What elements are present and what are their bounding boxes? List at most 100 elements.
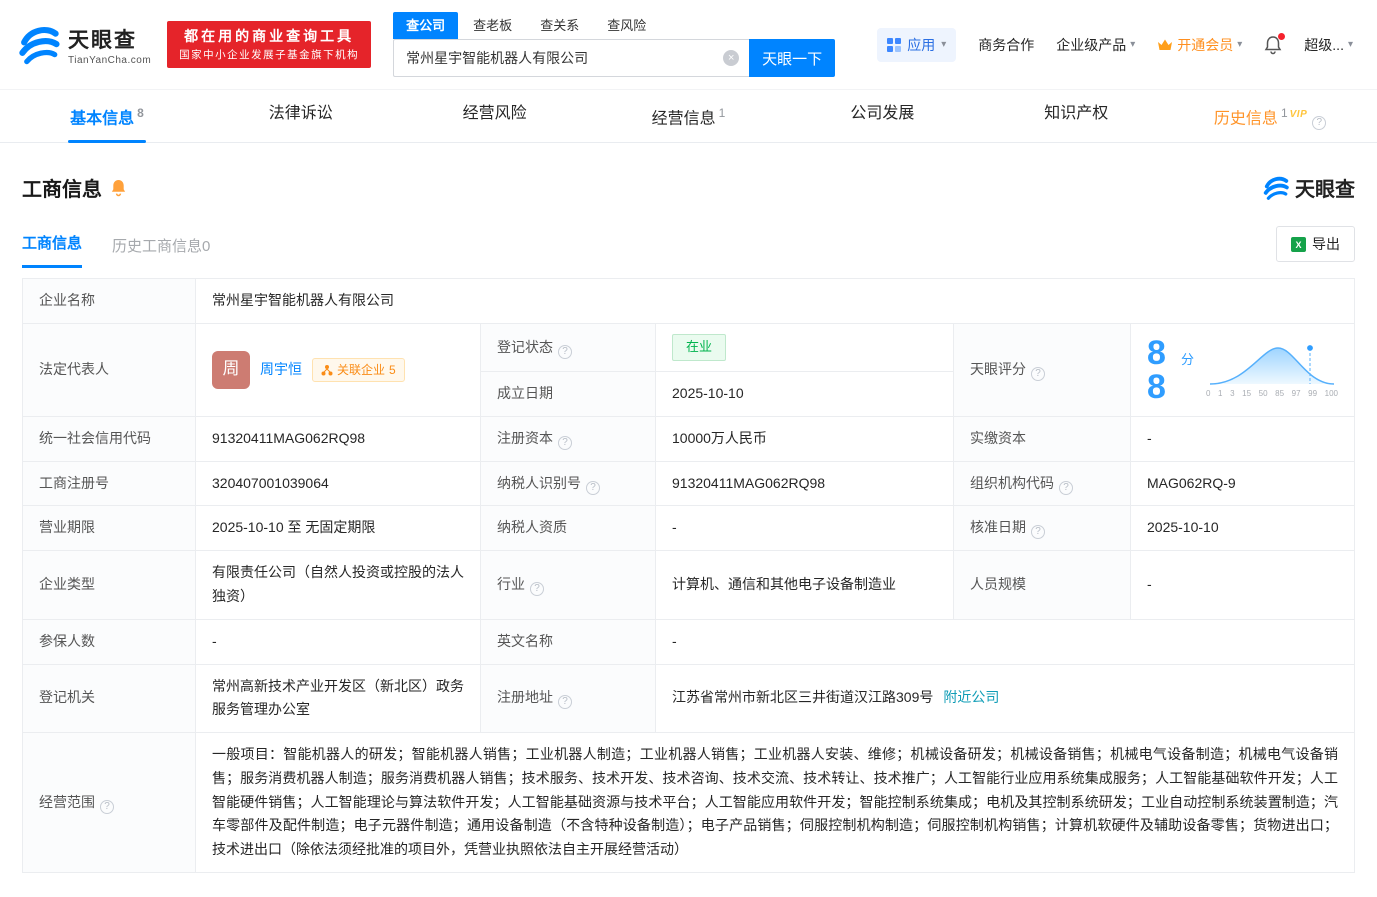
reg-status-label-cell: 登记状态?	[480, 323, 656, 372]
tab-intellectual-property[interactable]: 知识产权	[979, 90, 1173, 142]
field-label: 参保人数	[39, 632, 95, 649]
section-watermark-text: 天眼查	[1295, 179, 1355, 202]
taxpayer-quality-label-cell: 纳税人资质	[480, 505, 656, 552]
search-tab-company[interactable]: 查公司	[393, 12, 459, 39]
axis-tick: 50	[1258, 388, 1268, 398]
address-value-cell: 江苏省常州市新北区三井街道汉江路309号 附近公司	[655, 663, 1355, 734]
english-name-label-cell: 英文名称	[480, 618, 656, 665]
table-row: 统一社会信用代码 91320411MAG062RQ98 注册资本? 10000万…	[22, 415, 1355, 462]
legal-rep-label-cell: 法定代表人	[22, 323, 196, 417]
tab-operational-risk[interactable]: 经营风险	[398, 90, 592, 142]
subtab-history-registration[interactable]: 历史工商信息0	[112, 235, 210, 268]
tianyancha-logo[interactable]: 天眼查 TianYanCha.com	[18, 24, 151, 66]
related-companies-icon	[321, 364, 333, 376]
table-row: 参保人数 - 英文名称 -	[22, 618, 1355, 665]
tab-basic-info-label: 基本信息	[70, 110, 135, 128]
search-tab-boss[interactable]: 查老板	[460, 12, 525, 39]
field-label: 组织机构代码	[970, 474, 1054, 491]
registry-value-cell: 常州高新技术产业开发区（新北区）政务服务管理办公室	[195, 663, 481, 734]
search-tab-relation[interactable]: 查关系	[527, 12, 592, 39]
related-companies-badge[interactable]: 关联企业 5	[312, 357, 405, 382]
help-icon[interactable]: ?	[530, 582, 544, 596]
search-area: 查公司 查老板 查关系 查风险 × 天眼一下	[393, 12, 836, 77]
reg-number: 320407001039064	[212, 474, 329, 491]
legal-rep-avatar[interactable]: 周	[212, 350, 250, 389]
search-button[interactable]: 天眼一下	[749, 39, 836, 77]
nav-business-cooperation[interactable]: 商务合作	[978, 35, 1034, 55]
credit-code-label-cell: 统一社会信用代码	[22, 415, 196, 462]
field-label: 登记状态	[497, 338, 553, 355]
tianyan-score[interactable]: 88 分 0 1 3 15 50 85 97 99 100	[1147, 336, 1338, 404]
paid-capital-value-cell: -	[1130, 415, 1355, 462]
tab-company-development[interactable]: 公司发展	[785, 90, 979, 142]
table-row: 登记机关 常州高新技术产业开发区（新北区）政务服务管理办公室 注册地址? 江苏省…	[22, 663, 1355, 734]
tab-history-info-count: 1	[1280, 106, 1288, 120]
subtab-business-registration[interactable]: 工商信息	[22, 232, 83, 269]
reg-capital-value-cell: 10000万人民币	[655, 415, 954, 462]
registry-label-cell: 登记机关	[22, 663, 196, 734]
chevron-down-icon: ▾	[1130, 39, 1136, 50]
main-content: 工商信息 天眼查 工商信息 历史工商信息0 X 导出 企业名称 常州星宇智能机器…	[0, 173, 1377, 897]
header-nav: 应用 ▾ 商务合作 企业级产品 ▾ 开通会员 ▾ 超级... ▾	[877, 27, 1353, 62]
field-label: 经营范围	[39, 793, 95, 810]
help-icon[interactable]: ?	[100, 799, 114, 814]
notifications-bell[interactable]	[1264, 32, 1286, 55]
tab-basic-info[interactable]: 基本信息 8	[10, 90, 204, 142]
reg-capital: 10000万人民币	[672, 429, 767, 446]
legal-rep: 周 周宇恒 关联企业 5	[212, 350, 464, 389]
approval-date: 2025-10-10	[1147, 519, 1219, 536]
crown-icon	[1158, 39, 1173, 50]
english-name: -	[672, 632, 677, 649]
nav-enterprise-products[interactable]: 企业级产品 ▾	[1056, 35, 1135, 55]
subtab-history-count: 0	[202, 238, 211, 256]
search-input[interactable]	[394, 40, 750, 76]
help-icon[interactable]: ?	[558, 695, 572, 710]
tab-business-info[interactable]: 经营信息 1	[592, 90, 786, 142]
vip-badge: VIP	[1289, 109, 1308, 120]
help-icon[interactable]: ?	[558, 344, 572, 359]
field-label: 企业类型	[39, 576, 95, 592]
table-row: 企业名称 常州星宇智能机器人有限公司	[22, 278, 1355, 325]
business-info-table: 企业名称 常州星宇智能机器人有限公司 法定代表人 周 周宇恒 关联企业 5 登记…	[22, 278, 1355, 874]
staff-size-value-cell: -	[1130, 550, 1355, 620]
paid-capital-label-cell: 实缴资本	[953, 415, 1131, 462]
help-icon[interactable]: ?	[1312, 116, 1327, 131]
business-scope: 一般项目：智能机器人的研发；智能机器人销售；工业机器人制造；工业机器人销售；工业…	[212, 746, 1338, 858]
table-row: 法定代表人 周 周宇恒 关联企业 5 登记状态? 在业 天眼评分 ? 88 分 …	[22, 323, 1355, 417]
insured-count-label-cell: 参保人数	[22, 618, 196, 665]
nearby-companies-link[interactable]: 附近公司	[943, 689, 999, 705]
field-label: 核准日期	[970, 519, 1026, 536]
nav-user-menu[interactable]: 超级... ▾	[1304, 35, 1353, 55]
company-name-label-cell: 企业名称	[22, 278, 196, 325]
help-icon[interactable]: ?	[586, 480, 600, 495]
promo-banner: 都在用的商业查询工具 国家中小企业发展子基金旗下机构	[167, 20, 372, 69]
help-icon[interactable]: ?	[1059, 480, 1073, 495]
apps-grid-icon	[887, 37, 902, 52]
axis-tick: 1	[1218, 388, 1223, 398]
search-tab-risk[interactable]: 查风险	[594, 12, 659, 39]
nav-business-cooperation-label: 商务合作	[978, 36, 1035, 53]
nav-user-menu-label: 超级...	[1304, 36, 1344, 53]
tab-intellectual-property-label: 知识产权	[1044, 105, 1109, 122]
nav-enterprise-products-label: 企业级产品	[1056, 36, 1127, 53]
apps-menu[interactable]: 应用 ▾	[877, 27, 957, 62]
score-value: 88	[1147, 333, 1166, 406]
nav-open-membership[interactable]: 开通会员 ▾	[1157, 35, 1242, 55]
subtabs: 工商信息 历史工商信息0 X 导出	[22, 226, 1355, 269]
monitor-bell-icon[interactable]	[110, 178, 127, 197]
business-scope-value-cell: 一般项目：智能机器人的研发；智能机器人销售；工业机器人制造；工业机器人销售；工业…	[195, 732, 1355, 874]
business-term-value-cell: 2025-10-10 至 无固定期限	[195, 505, 481, 552]
insured-count: -	[212, 632, 217, 649]
help-icon[interactable]: ?	[1031, 367, 1045, 382]
help-icon[interactable]: ?	[1031, 525, 1045, 540]
legal-rep-link[interactable]: 周宇恒	[260, 358, 302, 382]
export-button[interactable]: X 导出	[1276, 226, 1355, 263]
tab-legal-proceedings[interactable]: 法律诉讼	[204, 90, 398, 142]
tab-history-info[interactable]: 历史信息 1 VIP?	[1173, 90, 1367, 142]
reg-capital-label-cell: 注册资本?	[480, 415, 656, 462]
axis-tick: 99	[1308, 388, 1318, 398]
help-icon[interactable]: ?	[558, 435, 572, 450]
score-unit: 分	[1180, 351, 1194, 367]
svg-text:X: X	[1295, 240, 1301, 250]
field-label: 企业名称	[39, 292, 95, 309]
